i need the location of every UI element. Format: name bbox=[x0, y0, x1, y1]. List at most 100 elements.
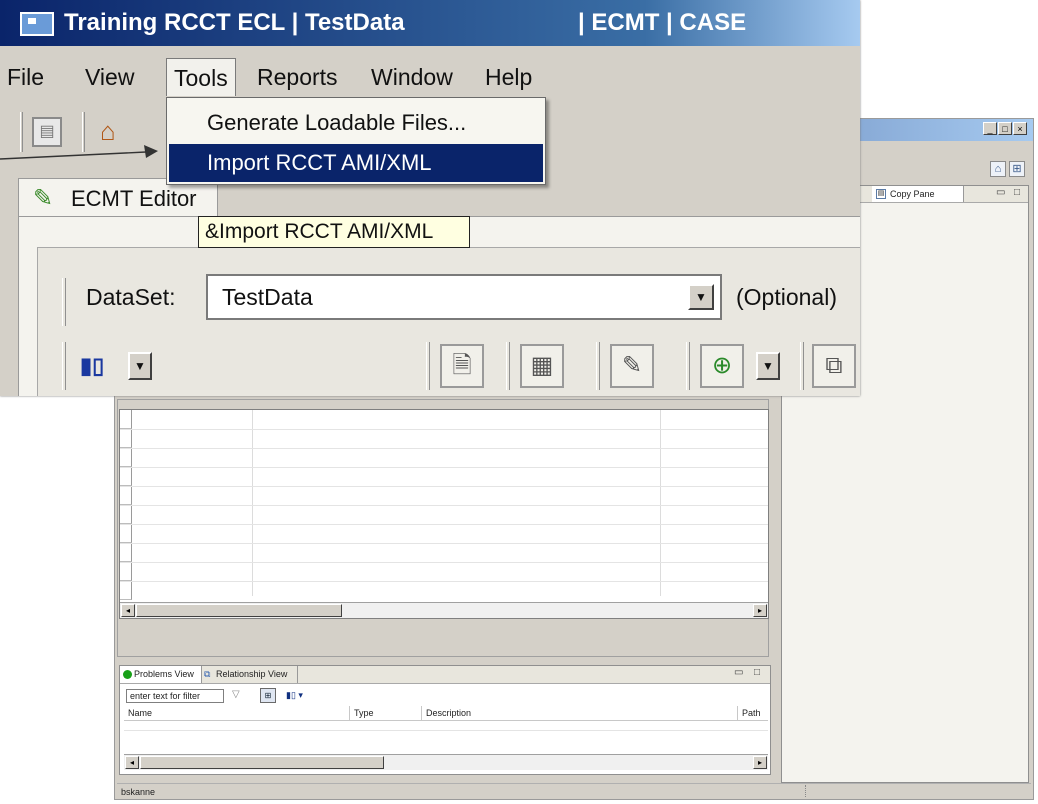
column-header-description[interactable]: Description bbox=[422, 706, 738, 720]
columns-dropdown-button[interactable]: ▼ bbox=[128, 352, 152, 380]
menu-bar: File View Tools Reports Window Help bbox=[0, 58, 860, 98]
scroll-thumb[interactable] bbox=[140, 756, 384, 769]
row-marker[interactable] bbox=[120, 562, 132, 581]
maximize-button[interactable]: □ bbox=[998, 122, 1012, 135]
table-row bbox=[120, 429, 768, 430]
scroll-right-icon[interactable]: ▸ bbox=[753, 604, 767, 617]
table-row bbox=[120, 524, 768, 525]
copy-icon: ▤ bbox=[876, 189, 886, 199]
tab-ecmt-editor-label: ECMT Editor bbox=[71, 186, 197, 211]
columns-dropdown-icon[interactable]: ▮▯ ▾ bbox=[286, 688, 312, 703]
table-row bbox=[120, 505, 768, 506]
row-marker[interactable] bbox=[120, 429, 132, 448]
column-header-name[interactable]: Name bbox=[124, 706, 350, 720]
scroll-right-icon[interactable]: ▸ bbox=[753, 756, 767, 769]
close-button[interactable]: × bbox=[1013, 122, 1027, 135]
problems-horizontal-scrollbar[interactable]: ◂ ▸ bbox=[124, 754, 768, 770]
copy-icon[interactable]: ⧉ bbox=[812, 344, 856, 388]
column-header-path[interactable]: Path bbox=[738, 706, 768, 720]
window-title-suffix: | ECMT | CASE bbox=[578, 9, 747, 36]
toolbar-grip bbox=[426, 342, 430, 390]
add-record-icon[interactable]: ▦ bbox=[520, 344, 564, 388]
row-marker[interactable] bbox=[120, 448, 132, 467]
tooltip: &Import RCCT AMI/XML bbox=[198, 216, 470, 248]
dataset-optional-note: (Optional) bbox=[736, 284, 837, 310]
editor-grid[interactable]: ◂ ▸ bbox=[119, 409, 769, 619]
table-row bbox=[124, 730, 768, 731]
problems-tabbar: Problems View ⧉ Relationship View ▭ □ bbox=[120, 666, 770, 684]
menu-help[interactable]: Help bbox=[478, 58, 539, 96]
chevron-down-icon[interactable]: ▼ bbox=[688, 284, 714, 310]
insert-icon[interactable]: ⊕ bbox=[700, 344, 744, 388]
table-row bbox=[120, 467, 768, 468]
tools-menu-dropdown: Generate Loadable Files... Import RCCT A… bbox=[166, 97, 546, 185]
row-marker[interactable] bbox=[120, 581, 132, 600]
status-bar: bskanne bbox=[117, 783, 1031, 799]
edit-icon[interactable]: ✎ bbox=[610, 344, 654, 388]
home-perspective-icon[interactable]: ⌂ bbox=[990, 161, 1006, 177]
menu-reports[interactable]: Reports bbox=[250, 58, 345, 96]
row-marker[interactable] bbox=[120, 410, 132, 429]
app-titlebar: Training RCCT ECL | TestData | ECMT | CA… bbox=[0, 0, 860, 46]
problems-status-icon bbox=[123, 670, 132, 679]
editor-icon: ✎ bbox=[33, 185, 54, 212]
scroll-thumb[interactable] bbox=[136, 604, 342, 617]
app-window-icon bbox=[20, 12, 54, 36]
menu-item-generate-loadable-files[interactable]: Generate Loadable Files... bbox=[169, 104, 543, 142]
insert-dropdown-button[interactable]: ▼ bbox=[756, 352, 780, 380]
table-row bbox=[120, 448, 768, 449]
table-row bbox=[120, 486, 768, 487]
minimize-button[interactable]: _ bbox=[983, 122, 997, 135]
table-row bbox=[120, 581, 768, 582]
grid-column-divider bbox=[660, 410, 661, 596]
section-grip bbox=[62, 278, 66, 326]
status-separator bbox=[805, 785, 807, 797]
properties-icon[interactable]: 🗎 bbox=[440, 344, 484, 388]
menu-tools[interactable]: Tools bbox=[166, 58, 236, 96]
tab-copy-pane-label: Copy Pane bbox=[890, 189, 935, 199]
row-marker[interactable] bbox=[120, 467, 132, 486]
problems-table-body bbox=[124, 720, 768, 742]
open-perspective-icon[interactable]: ⊞ bbox=[1009, 161, 1025, 177]
tab-relationship-label: Relationship View bbox=[216, 669, 288, 679]
menu-file[interactable]: File bbox=[0, 58, 51, 96]
minimize-view-icon[interactable]: ▭ bbox=[996, 188, 1005, 198]
row-marker[interactable] bbox=[120, 486, 132, 505]
dataset-select-value: TestData bbox=[222, 284, 313, 310]
table-row bbox=[120, 543, 768, 544]
row-marker[interactable] bbox=[120, 524, 132, 543]
window-title: Training RCCT ECL | TestData bbox=[64, 9, 405, 36]
problems-view-panel: Problems View ⧉ Relationship View ▭ □ en… bbox=[119, 665, 771, 775]
tab-problems-label: Problems View bbox=[134, 669, 194, 679]
scroll-left-icon[interactable]: ◂ bbox=[125, 756, 139, 769]
filter-input[interactable]: enter text for filter bbox=[126, 689, 224, 703]
toolbar-grip bbox=[596, 342, 600, 390]
grid-horizontal-scrollbar[interactable]: ◂ ▸ bbox=[120, 602, 768, 618]
scroll-left-icon[interactable]: ◂ bbox=[121, 604, 135, 617]
toolbar-grip bbox=[506, 342, 510, 390]
dataset-label: DataSet: bbox=[86, 284, 176, 310]
maximize-view-icon[interactable]: □ bbox=[754, 668, 760, 678]
menu-window[interactable]: Window bbox=[364, 58, 460, 96]
dataset-select[interactable]: TestData ▼ bbox=[206, 274, 722, 320]
filter-funnel-icon[interactable]: ▽ bbox=[232, 689, 240, 700]
toolbar-grip bbox=[62, 342, 66, 390]
tab-problems-view[interactable]: Problems View bbox=[120, 666, 202, 683]
row-marker[interactable] bbox=[120, 505, 132, 524]
relationship-icon: ⧉ bbox=[204, 669, 211, 679]
grid-column-divider bbox=[252, 410, 253, 596]
toolbar-grip bbox=[686, 342, 690, 390]
minimize-view-icon[interactable]: ▭ bbox=[734, 668, 743, 678]
maximize-view-icon[interactable]: □ bbox=[1014, 188, 1020, 198]
zoomed-callout: Training RCCT ECL | TestData | ECMT | CA… bbox=[0, 0, 860, 396]
tab-relationship-view[interactable]: ⧉ Relationship View bbox=[202, 666, 298, 683]
row-marker[interactable] bbox=[120, 543, 132, 562]
export-csv-icon[interactable]: ⊞ bbox=[260, 688, 276, 703]
window-controls: _ □ × bbox=[983, 122, 1027, 135]
columns-icon[interactable]: ▮▯ bbox=[80, 346, 124, 386]
tab-copy-pane[interactable]: ▤ Copy Pane bbox=[872, 186, 964, 202]
column-header-type[interactable]: Type bbox=[350, 706, 422, 720]
menu-view[interactable]: View bbox=[78, 58, 141, 96]
perspective-toolbar: ⌂ ⊞ bbox=[990, 161, 1025, 177]
menu-item-import-rcct-ami-xml[interactable]: Import RCCT AMI/XML bbox=[169, 144, 543, 182]
